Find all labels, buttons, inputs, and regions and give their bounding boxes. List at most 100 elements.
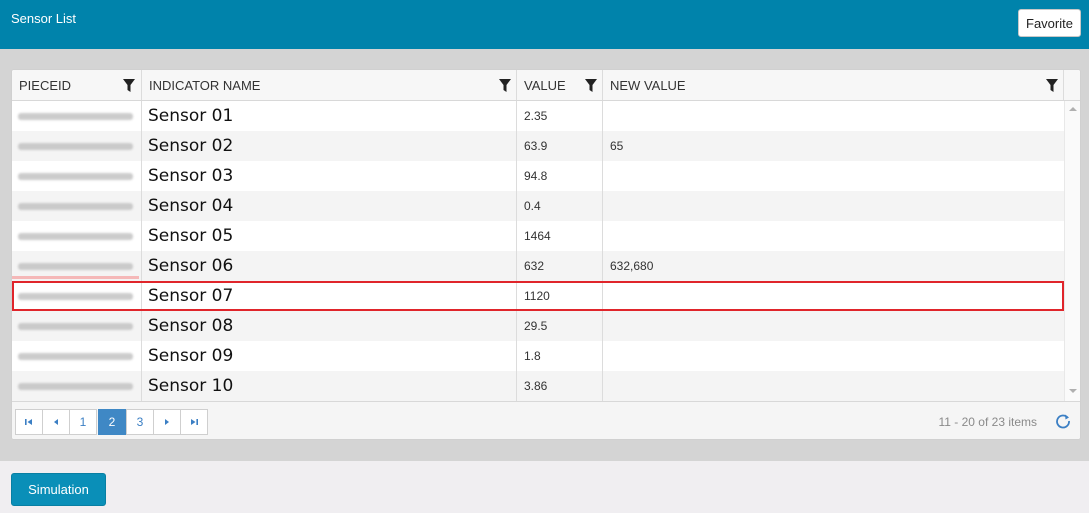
page-button-3[interactable]: 3 [126,409,154,435]
value-cell[interactable]: 632 [517,251,603,281]
indicator-name-cell[interactable]: Sensor 08 [142,311,517,341]
pieceid-cell[interactable] [12,131,142,161]
new-value-cell[interactable] [603,101,1064,131]
redacted-pieceid [18,323,133,330]
column-header-new-value[interactable]: NEW VALUE [603,70,1064,100]
indicator-name-cell[interactable]: Sensor 07 [142,281,517,311]
prev-page-button[interactable] [42,409,70,435]
indicator-name-cell[interactable]: Sensor 01 [142,101,517,131]
indicator-name: Sensor 04 [148,196,234,216]
indicator-name: Sensor 10 [148,376,234,396]
pieceid-cell[interactable] [12,161,142,191]
value-text: 1.8 [524,349,541,363]
new-value-cell[interactable] [603,191,1064,221]
indicator-name-cell[interactable]: Sensor 10 [142,371,517,401]
indicator-name-cell[interactable]: Sensor 09 [142,341,517,371]
table-row[interactable]: Sensor 08 29.5 [12,311,1064,341]
pieceid-cell[interactable] [12,311,142,341]
page-title: Sensor List [11,11,77,26]
header-scroll-spacer [1064,70,1080,100]
value-cell[interactable]: 1464 [517,221,603,251]
scroll-down-icon[interactable] [1069,389,1077,393]
favorite-button[interactable]: Favorite [1018,9,1081,37]
table-row[interactable]: Sensor 02 63.9 65 [12,131,1064,161]
value-cell[interactable]: 0.4 [517,191,603,221]
highlight-accent [12,276,139,279]
new-value-cell[interactable] [603,311,1064,341]
value-cell[interactable]: 63.9 [517,131,603,161]
value-cell[interactable]: 29.5 [517,311,603,341]
pieceid-cell[interactable] [12,341,142,371]
last-page-button[interactable] [180,409,208,435]
redacted-pieceid [18,263,133,270]
pieceid-cell[interactable] [12,221,142,251]
table-row[interactable]: Sensor 03 94.8 [12,161,1064,191]
redacted-pieceid [18,203,133,210]
new-value-cell[interactable] [603,221,1064,251]
redacted-pieceid [18,233,133,240]
column-label: VALUE [524,78,566,93]
value-cell[interactable]: 3.86 [517,371,603,401]
value-cell[interactable]: 2.35 [517,101,603,131]
table-row[interactable]: Sensor 07 1120 [12,281,1064,311]
column-header-indicator-name[interactable]: INDICATOR NAME [142,70,517,100]
redacted-pieceid [18,293,133,300]
grid-header: PIECEID INDICATOR NAME VALUE NEW VALUE [12,70,1080,101]
indicator-name-cell[interactable]: Sensor 03 [142,161,517,191]
table-row[interactable]: Sensor 04 0.4 [12,191,1064,221]
new-value-text: 65 [610,139,624,153]
value-text: 2.35 [524,109,548,123]
new-value-cell[interactable] [603,281,1064,311]
value-text: 1464 [524,229,551,243]
indicator-name-cell[interactable]: Sensor 02 [142,131,517,161]
filter-icon[interactable] [499,79,511,93]
scroll-up-icon[interactable] [1069,107,1077,111]
table-row[interactable]: Sensor 10 3.86 [12,371,1064,401]
value-text: 0.4 [524,199,541,213]
table-row[interactable]: Sensor 06 632 632,680 [12,251,1064,281]
indicator-name-cell[interactable]: Sensor 05 [142,221,517,251]
column-label: PIECEID [19,78,72,93]
next-page-icon [165,419,169,425]
table-row[interactable]: Sensor 01 2.35 [12,101,1064,131]
table-row[interactable]: Sensor 09 1.8 [12,341,1064,371]
first-page-button[interactable] [15,409,43,435]
footer-bar: Simulation [0,461,1089,513]
indicator-name-cell[interactable]: Sensor 04 [142,191,517,221]
value-cell[interactable]: 1.8 [517,341,603,371]
column-header-pieceid[interactable]: PIECEID [12,70,142,100]
new-value-cell[interactable]: 632,680 [603,251,1064,281]
value-cell[interactable]: 1120 [517,281,603,311]
column-header-value[interactable]: VALUE [517,70,603,100]
vertical-scrollbar[interactable] [1064,101,1080,401]
refresh-icon[interactable] [1055,413,1071,429]
pieceid-cell[interactable] [12,191,142,221]
filter-icon[interactable] [585,79,597,93]
next-page-button[interactable] [153,409,181,435]
indicator-name: Sensor 06 [148,256,234,276]
value-cell[interactable]: 94.8 [517,161,603,191]
pieceid-cell[interactable] [12,101,142,131]
table-row[interactable]: Sensor 05 1464 [12,221,1064,251]
pieceid-cell[interactable] [12,371,142,401]
indicator-name: Sensor 03 [148,166,234,186]
simulation-button[interactable]: Simulation [11,473,106,506]
last-page-icon [191,419,198,425]
pager: 1 2 3 11 - 20 of 23 items [12,401,1080,439]
page-button-2[interactable]: 2 [98,409,126,435]
page-button-1[interactable]: 1 [69,409,97,435]
new-value-cell[interactable] [603,341,1064,371]
filter-icon[interactable] [1046,79,1058,93]
redacted-pieceid [18,353,133,360]
column-label: INDICATOR NAME [149,78,261,93]
indicator-name: Sensor 09 [148,346,234,366]
indicator-name-cell[interactable]: Sensor 06 [142,251,517,281]
new-value-cell[interactable]: 65 [603,131,1064,161]
pieceid-cell[interactable] [12,281,142,311]
value-text: 63.9 [524,139,548,153]
first-page-icon [25,419,32,425]
filter-icon[interactable] [123,79,135,93]
new-value-cell[interactable] [603,371,1064,401]
redacted-pieceid [18,143,133,150]
new-value-cell[interactable] [603,161,1064,191]
